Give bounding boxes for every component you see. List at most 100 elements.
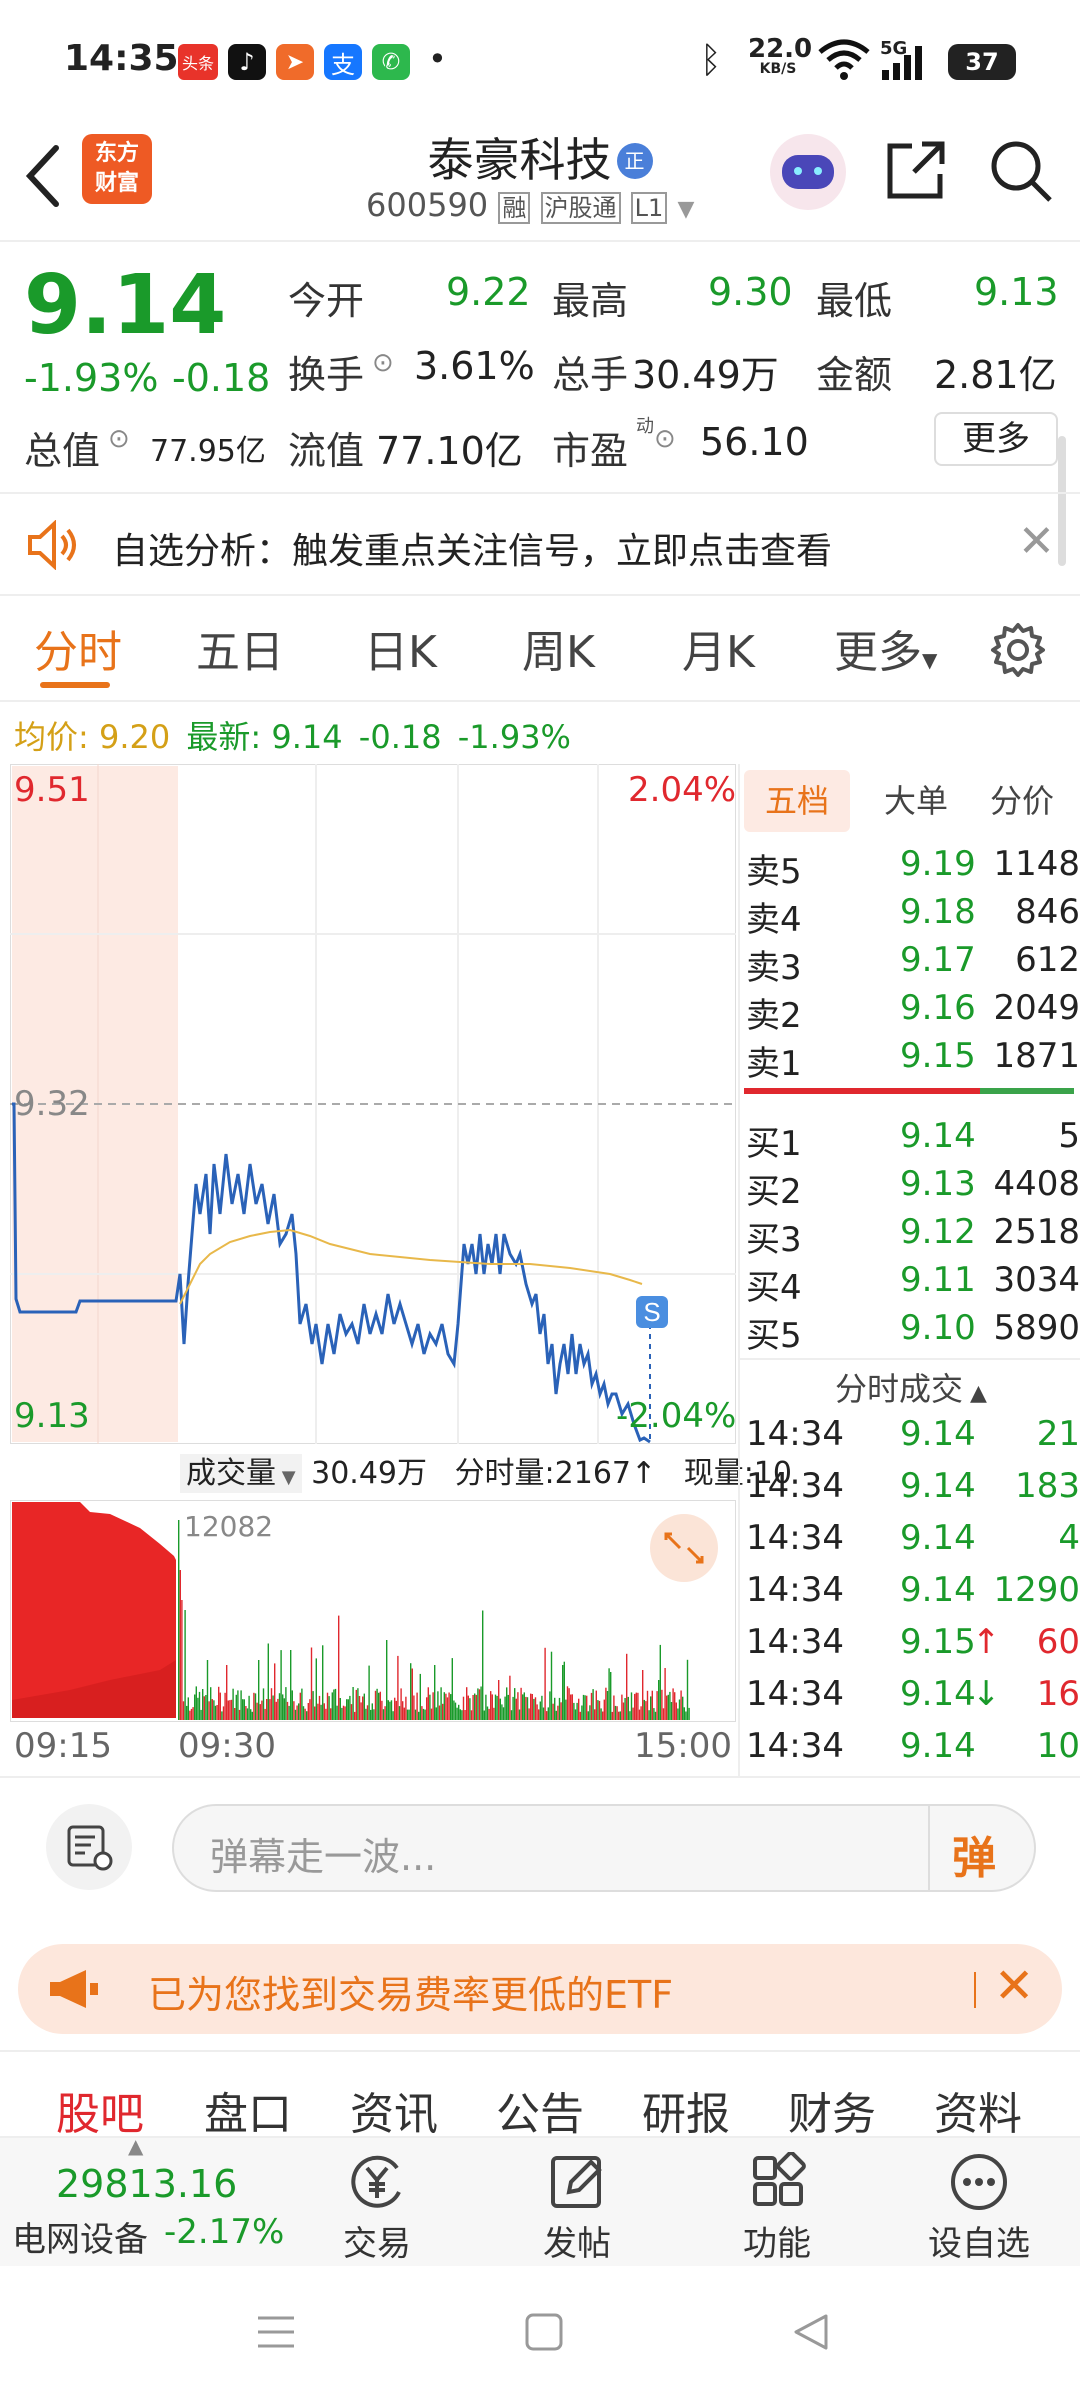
chart-bottom-pct: -2.04% bbox=[616, 1396, 737, 1436]
home-icon[interactable] bbox=[524, 2312, 564, 2352]
volume-bar bbox=[523, 1692, 525, 1720]
latest-value: 9.14 bbox=[271, 718, 343, 756]
volume-bar bbox=[362, 1696, 364, 1720]
down-arrow-icon: ↓ bbox=[972, 1674, 1001, 1714]
info-circle-icon[interactable]: ⊙ bbox=[372, 348, 394, 378]
analysis-banner[interactable]: 自选分析：触发重点关注信号，立即点击查看 ✕ bbox=[0, 494, 1080, 594]
more-dots-icon bbox=[951, 2154, 1007, 2210]
volume-bar bbox=[184, 1610, 186, 1720]
robot-avatar-icon[interactable] bbox=[770, 134, 846, 210]
volume-bar bbox=[203, 1696, 205, 1720]
tab-news[interactable]: 资讯 bbox=[350, 2078, 438, 2142]
trade-row: 14:34 9.15 ↑ 60 bbox=[746, 1622, 1080, 1662]
orderbook-tab-big-order[interactable]: 大单 bbox=[866, 770, 966, 832]
orderbook-tab-five-level[interactable]: 五档 bbox=[744, 770, 850, 832]
tab-research[interactable]: 研报 bbox=[642, 2078, 730, 2142]
bid-row: 买3 9.12 2518 bbox=[746, 1212, 1080, 1260]
back-icon[interactable] bbox=[790, 2312, 830, 2352]
volume-bar bbox=[586, 1695, 588, 1720]
volume-selector[interactable]: 成交量 ▼ bbox=[180, 1454, 302, 1493]
volume-bar bbox=[350, 1704, 353, 1720]
dropdown-triangle-icon[interactable]: ▼ bbox=[677, 197, 694, 222]
trade-row: 14:34 9.14 4 bbox=[746, 1518, 1080, 1558]
tab-profile[interactable]: 资料 bbox=[934, 2078, 1022, 2142]
tab-order-book[interactable]: 盘口 bbox=[204, 2078, 292, 2142]
tab-more[interactable]: 更多▼ bbox=[834, 616, 937, 680]
amount-value: 2.81亿 bbox=[934, 353, 1057, 397]
volume-bar bbox=[574, 1709, 577, 1720]
volume-bar bbox=[242, 1699, 244, 1720]
volume-bar bbox=[549, 1691, 551, 1720]
nav-trade[interactable]: 交易 bbox=[312, 2152, 442, 2265]
tab-intraday[interactable]: 分时 bbox=[34, 616, 122, 680]
volume-bar bbox=[453, 1700, 455, 1720]
trades-divider bbox=[740, 1358, 1080, 1360]
volume-bar bbox=[384, 1706, 386, 1720]
volume-bar bbox=[526, 1697, 529, 1720]
danmaku-input[interactable]: 弹幕走一波... 弹 bbox=[172, 1804, 1036, 1892]
tab-weekly-k[interactable]: 周K bbox=[522, 616, 595, 680]
intraday-price-chart[interactable]: S bbox=[10, 764, 736, 1444]
close-icon[interactable]: ✕ bbox=[994, 1958, 1034, 2014]
status-bar: 14:35 头条 ♪ ➤ 支 ✆ • ᛒ 22.0 KB/S 5G 37 bbox=[0, 0, 1080, 120]
volume-bar bbox=[659, 1644, 661, 1720]
chart-top-pct: 2.04% bbox=[628, 770, 737, 810]
etf-banner[interactable]: 已为您找到交易费率更低的ETF ✕ bbox=[18, 1944, 1062, 2034]
volume-bar bbox=[573, 1702, 575, 1720]
close-icon[interactable]: ✕ bbox=[1018, 516, 1055, 567]
info-circle-icon[interactable]: ⊙ bbox=[108, 424, 130, 454]
volume-bar bbox=[387, 1700, 389, 1720]
danmaku-settings-icon[interactable] bbox=[46, 1804, 132, 1890]
collapse-caret-icon[interactable]: ▲ bbox=[128, 2134, 143, 2158]
trade-row: 14:34 9.14 21 bbox=[746, 1414, 1080, 1454]
menu-icon[interactable] bbox=[256, 2312, 296, 2352]
volume-bar bbox=[651, 1690, 653, 1720]
tab-monthly-k[interactable]: 月K bbox=[682, 616, 755, 680]
volume-bar bbox=[501, 1704, 503, 1720]
volume-bar bbox=[581, 1705, 583, 1720]
orderbook-tab-price-dist[interactable]: 分价 bbox=[972, 770, 1072, 832]
volume-bar bbox=[611, 1711, 613, 1720]
search-icon[interactable] bbox=[988, 138, 1054, 204]
volume-bar bbox=[525, 1696, 527, 1720]
danmaku-send-icon[interactable]: 弹 bbox=[952, 1822, 996, 1886]
volume-bar bbox=[360, 1702, 362, 1720]
sector-name[interactable]: 电网设备 bbox=[12, 2212, 148, 2261]
share-icon[interactable] bbox=[884, 138, 948, 202]
volume-bar bbox=[592, 1689, 594, 1720]
nav-post[interactable]: 发帖 bbox=[512, 2152, 642, 2265]
back-arrow-icon[interactable] bbox=[24, 144, 64, 208]
trades-title[interactable]: 分时成交 ▲ bbox=[740, 1364, 1080, 1410]
index-value[interactable]: 29813.16 bbox=[56, 2162, 237, 2206]
volume-bar bbox=[190, 1708, 193, 1720]
mcap-label: 总值 bbox=[24, 429, 101, 473]
info-circle-icon[interactable]: ⊙ bbox=[654, 424, 676, 454]
tab-forum[interactable]: 股吧 bbox=[56, 2078, 144, 2142]
volume-bar bbox=[515, 1698, 517, 1720]
tab-daily-k[interactable]: 日K bbox=[364, 616, 437, 680]
tab-announcements[interactable]: 公告 bbox=[496, 2078, 584, 2142]
gear-icon[interactable] bbox=[990, 622, 1046, 678]
nav-functions[interactable]: 功能 bbox=[712, 2151, 842, 2265]
volume-chart[interactable] bbox=[10, 1500, 736, 1722]
volume-bar bbox=[512, 1696, 514, 1720]
bid-row: 买2 9.13 4408 bbox=[746, 1164, 1080, 1212]
volume-bar bbox=[533, 1698, 535, 1720]
volume-bar bbox=[315, 1658, 317, 1720]
volume-bar bbox=[269, 1699, 271, 1720]
volume-bar bbox=[419, 1673, 421, 1720]
volume-bar bbox=[672, 1688, 674, 1720]
volume-bar bbox=[267, 1643, 269, 1720]
megaphone-icon bbox=[50, 1970, 98, 2008]
volume-bar bbox=[182, 1701, 185, 1720]
tab-financials[interactable]: 财务 bbox=[788, 2078, 876, 2142]
volume-bar bbox=[408, 1709, 410, 1720]
more-button[interactable]: 更多 bbox=[934, 412, 1058, 466]
volume-bar bbox=[323, 1703, 325, 1720]
eastmoney-logo[interactable]: 东方 财富 bbox=[82, 134, 152, 204]
nav-add-watchlist[interactable]: 设自选 bbox=[914, 2152, 1044, 2265]
volume-bar bbox=[238, 1709, 241, 1720]
volume-bar bbox=[557, 1705, 559, 1720]
tab-five-day[interactable]: 五日 bbox=[196, 616, 284, 680]
grid-icon bbox=[753, 2151, 806, 2206]
